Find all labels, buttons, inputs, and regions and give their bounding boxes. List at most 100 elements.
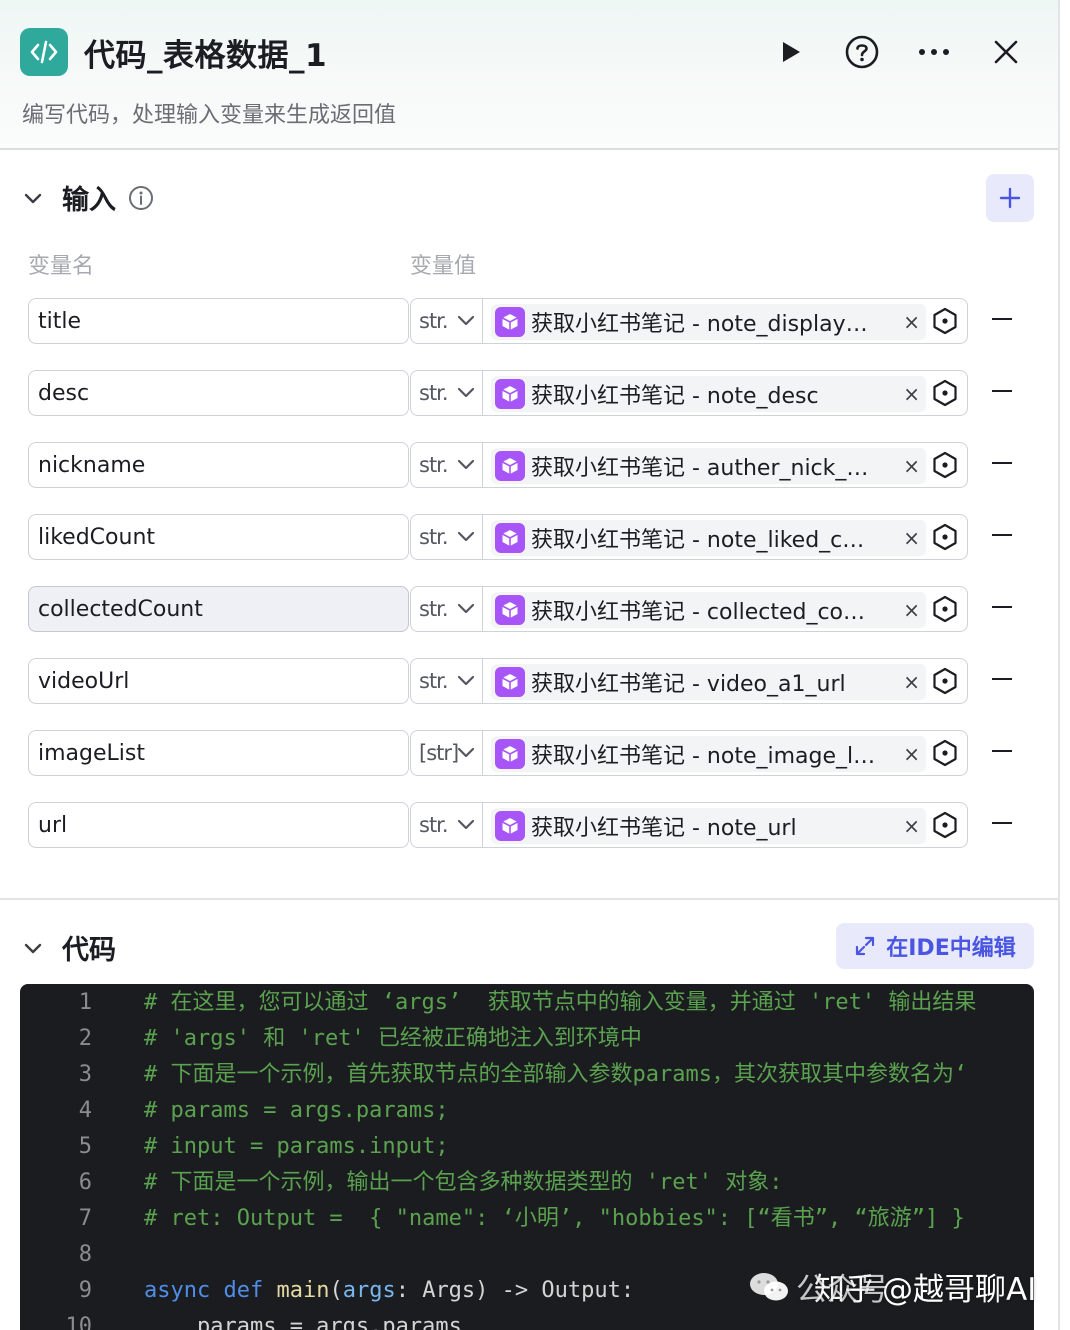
variable-name-input[interactable]: videoUrl xyxy=(28,658,409,704)
reference-tag[interactable]: 获取小红书笔记 - note_image_l… × xyxy=(491,736,926,772)
variable-picker-icon[interactable] xyxy=(931,595,959,623)
remove-reference-icon[interactable]: × xyxy=(903,814,920,838)
section-divider xyxy=(0,898,1058,900)
column-header-value: 变量值 xyxy=(410,254,477,279)
remove-reference-icon[interactable]: × xyxy=(903,526,920,550)
code-section-header[interactable]: 代码 xyxy=(22,928,116,967)
variable-value-field: str. 获取小红书笔记 - auther_nick_… × xyxy=(410,442,968,488)
type-label: str. xyxy=(419,813,449,837)
type-select[interactable]: str. xyxy=(411,659,483,703)
code-line[interactable]: 2 # 'args' 和 'ret' 已经被正确地注入到环境中 xyxy=(20,1021,1034,1057)
variable-name-input[interactable]: title xyxy=(28,298,409,344)
chevron-down-icon[interactable] xyxy=(22,187,44,209)
remove-reference-icon[interactable]: × xyxy=(903,382,920,406)
remove-reference-icon[interactable]: × xyxy=(903,670,920,694)
code-comment: # 'args' 和 'ret' 已经被正确地注入到环境中 xyxy=(144,1026,642,1051)
input-row: videoUrl str. 获取小红书笔记 - video_a1_url × xyxy=(28,658,1018,706)
variable-picker-icon[interactable] xyxy=(931,379,959,407)
code-line[interactable]: 10 params = args.params xyxy=(20,1309,1034,1330)
reference-tag[interactable]: 获取小红书笔记 - video_a1_url × xyxy=(491,664,926,700)
node-title[interactable]: 代码_表格数据_1 xyxy=(84,30,327,75)
variable-name-input[interactable]: collectedCount xyxy=(28,586,409,632)
type-label: str. xyxy=(419,453,449,477)
line-number: 5 xyxy=(78,1134,92,1159)
input-row: likedCount str. 获取小红书笔记 - note_liked_c… × xyxy=(28,514,1018,562)
remove-reference-icon[interactable]: × xyxy=(903,310,920,334)
watermark-dim-text: 公众号 xyxy=(796,1272,889,1308)
type-select[interactable]: str. xyxy=(411,371,483,415)
remove-row-button[interactable] xyxy=(992,606,1012,608)
chevron-down-icon[interactable] xyxy=(22,937,44,959)
type-label: str. xyxy=(419,309,449,333)
input-row: nickname str. 获取小红书笔记 - auther_nick_… × xyxy=(28,442,1018,490)
variable-name-input[interactable]: nickname xyxy=(28,442,409,488)
edit-in-ide-button[interactable]: 在IDE中编辑 xyxy=(836,923,1034,969)
help-icon[interactable] xyxy=(844,34,880,70)
reference-tag[interactable]: 获取小红书笔记 - auther_nick_… × xyxy=(491,448,926,484)
code-line[interactable]: 4 # params = args.params; xyxy=(20,1093,1034,1129)
variable-value-field: [str] 获取小红书笔记 - note_image_l… × xyxy=(410,730,968,776)
remove-row-button[interactable] xyxy=(992,462,1012,464)
remove-row-button[interactable] xyxy=(992,750,1012,752)
chevron-down-icon xyxy=(457,387,475,398)
chevron-down-icon xyxy=(457,675,475,686)
variable-picker-icon[interactable] xyxy=(931,307,959,335)
type-select[interactable]: str. xyxy=(411,587,483,631)
close-icon[interactable] xyxy=(988,34,1024,70)
code-line[interactable]: 1 # 在这里，您可以通过 ‘args’ 获取节点中的输入变量，并通过 'ret'… xyxy=(20,985,1034,1021)
type-select[interactable]: str. xyxy=(411,803,483,847)
type-select[interactable]: [str] xyxy=(411,731,483,775)
input-section-header[interactable]: 输入 xyxy=(22,178,154,217)
remove-reference-icon[interactable]: × xyxy=(903,454,920,478)
input-row: collectedCount str. 获取小红书笔记 - collected_co… xyxy=(28,586,1018,634)
node-description[interactable]: 编写代码，处理输入变量来生成返回值 xyxy=(22,97,396,129)
line-number: 2 xyxy=(78,1026,92,1051)
code-line[interactable]: 7 # ret: Output = { "name": ‘小明’, "hobbie… xyxy=(20,1201,1034,1237)
remove-row-button[interactable] xyxy=(992,678,1012,680)
variable-name-input[interactable]: url xyxy=(28,802,409,848)
variable-name-input[interactable]: desc xyxy=(28,370,409,416)
code-line[interactable]: 3 # 下面是一个示例，首先获取节点的全部输入参数params，其次获取其中参数名… xyxy=(20,1057,1034,1093)
cube-icon xyxy=(495,667,525,697)
watermark-handle: @越哥聊AI xyxy=(882,1272,1037,1308)
type-select[interactable]: str. xyxy=(411,299,483,343)
chevron-down-icon xyxy=(457,747,475,758)
variable-picker-icon[interactable] xyxy=(931,523,959,551)
parameter-name: args xyxy=(342,1278,396,1303)
variable-name-input[interactable]: imageList xyxy=(28,730,409,776)
reference-tag[interactable]: 获取小红书笔记 - note_url × xyxy=(491,808,926,844)
variable-picker-icon[interactable] xyxy=(931,739,959,767)
variable-picker-icon[interactable] xyxy=(931,811,959,839)
input-row: url str. 获取小红书笔记 - note_url × xyxy=(28,802,1018,850)
add-input-button[interactable] xyxy=(986,174,1034,222)
reference-tag[interactable]: 获取小红书笔记 - note_liked_c… × xyxy=(491,520,926,556)
info-icon[interactable] xyxy=(128,185,154,211)
type-select[interactable]: str. xyxy=(411,515,483,559)
more-icon[interactable] xyxy=(916,34,952,70)
remove-row-button[interactable] xyxy=(992,534,1012,536)
remove-row-button[interactable] xyxy=(992,390,1012,392)
variable-picker-icon[interactable] xyxy=(931,451,959,479)
reference-tag[interactable]: 获取小红书笔记 - note_desc × xyxy=(491,376,926,412)
variable-picker-icon[interactable] xyxy=(931,667,959,695)
plus-icon xyxy=(999,187,1021,209)
run-icon[interactable] xyxy=(772,34,808,70)
reference-tag[interactable]: 获取小红书笔记 - note_display… × xyxy=(491,304,926,340)
remove-row-button[interactable] xyxy=(992,318,1012,320)
reference-tag[interactable]: 获取小红书笔记 - collected_co… × xyxy=(491,592,926,628)
remove-reference-icon[interactable]: × xyxy=(903,598,920,622)
chevron-down-icon xyxy=(457,531,475,542)
wechat-icon xyxy=(750,1272,788,1300)
type-select[interactable]: str. xyxy=(411,443,483,487)
cube-icon xyxy=(495,379,525,409)
code-line[interactable]: 6 # 下面是一个示例，输出一个包含多种数据类型的 'ret' 对象: xyxy=(20,1165,1034,1201)
reference-tag-label: 获取小红书笔记 - note_display… xyxy=(531,312,868,337)
variable-name-input[interactable]: likedCount xyxy=(28,514,409,560)
code-comment: # 下面是一个示例，输出一个包含多种数据类型的 'ret' 对象: xyxy=(144,1170,783,1195)
cube-icon xyxy=(495,307,525,337)
line-number: 6 xyxy=(78,1170,92,1195)
input-row: title str. 获取小红书笔记 - note_display… × xyxy=(28,298,1018,346)
remove-reference-icon[interactable]: × xyxy=(903,742,920,766)
remove-row-button[interactable] xyxy=(992,822,1012,824)
code-line[interactable]: 5 # input = params.input; xyxy=(20,1129,1034,1165)
